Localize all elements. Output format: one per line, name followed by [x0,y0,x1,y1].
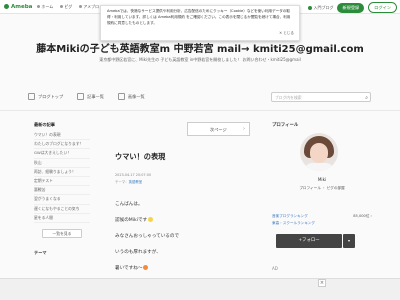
right-sidebar: プロフィール Miki プロフィール ・ ピグの部屋 音楽プログランキング 85… [272,122,372,271]
blog-search-input[interactable]: ブログ内を検索 ⌕ [271,92,371,102]
avatar-face [310,143,328,163]
ranking-music-label: 音楽プログランキング [272,214,308,218]
cookie-close-label: とじる [283,31,294,36]
subnav-entry-list-label: 記事一覧 [87,93,104,99]
theme-link[interactable]: 英語教室 [129,180,143,184]
ameba-logo-icon [4,4,9,9]
follow-dropdown-button[interactable]: ▾ [343,234,355,248]
chevron-down-icon: ▾ [347,238,350,243]
next-page-button[interactable]: 次ページ › [187,122,250,136]
recent-entry[interactable]: 翌がうまくなる [34,195,90,205]
nav-home[interactable]: ホーム [37,4,53,10]
article-theme: テーマ：英語教室 [115,179,142,184]
recent-entry[interactable]: 遅くになもやることの気ち [34,205,90,214]
recent-entry[interactable]: 再訪、経験りましょう！ [34,168,90,178]
nav-home-label: ホーム [41,3,54,9]
recent-entry[interactable]: 定期テスト [34,177,90,187]
article-line: 暑いですね〜 [115,265,149,271]
ranking-school[interactable]: 東高・スクールランキング [272,221,315,226]
sweat-emoji-icon [143,265,149,270]
cookie-notice-text: Amebaでは、快適なサービス提供や利用分析、広告配信のためにクッキー（Cook… [107,9,291,25]
recent-entry[interactable]: 星をる人間 [34,214,90,224]
profile-heading: プロフィール [272,123,299,128]
recent-entry[interactable]: 悪戦苦 [34,186,90,196]
recent-entry[interactable]: わたしのブログになります！ [34,140,90,150]
article-date: 2023-04-17 20:07:00 [115,173,152,177]
profile-name[interactable]: Miki [272,177,372,182]
list-icon [77,93,85,100]
cookie-notice: Amebaでは、快適なサービス提供や利用分析、広告配信のためにクッキー（Cook… [100,5,300,41]
search-placeholder: ブログ内を検索 [275,95,302,100]
subnav-entry-list[interactable]: 記事一覧 [77,93,104,100]
article-line-text: 認候のMikiです [115,218,148,223]
article-line: みなさんおっしゃっているので [115,234,180,239]
ameba-logo[interactable]: Ameba [4,4,32,10]
article-line: いうのも厚れますが、 [115,250,161,255]
subnav-blog-top-label: ブログトップ [38,93,64,99]
article-title[interactable]: ウマい！の表現 [115,152,165,162]
recent-entry[interactable]: GWは大きえしたい！ [34,149,90,159]
beginner-blog-link[interactable]: 入門ブログ [308,5,333,11]
subnav-blog-top[interactable]: ブログトップ [28,93,63,100]
nav-ameblo-label: アメブロ [83,3,100,9]
pigg-icon [60,5,64,8]
ranking-music[interactable]: 音楽プログランキング 85,000位 › [272,214,372,219]
ranking-music-value: 85,000位 › [353,214,372,218]
subnav-image-list-label: 画像一覧 [127,93,145,99]
beginner-blog-label: 入門ブログ [313,4,334,10]
nav-pigg-label: ピグ [64,3,73,9]
blog-description: 東京都中野区若宮に、Miki先生の 子ども英語教室 in中野若宮を開校しました！… [99,57,301,62]
article-line: こんばんは。 [115,202,143,207]
follow-button[interactable]: +フォロー [276,234,342,248]
recent-entry[interactable]: 秋山 [34,159,90,168]
blog-icon [308,5,313,10]
global-nav: ホーム ピグ アメブロ [37,4,99,10]
left-sidebar: 最新の記事 ウマい！の表現 わたしのブログになります！ GWは大きえしたい！ 秋… [34,122,90,256]
nav-pigg[interactable]: ピグ [60,4,72,10]
chevron-right-icon: › [243,126,245,132]
theme-heading: テーマ [34,250,47,256]
blog-title[interactable]: 藤本Mikiの子ども英語教室m 中野若宮 mail→ kmiti25@gmail… [0,40,400,55]
recent-entries-heading: 最新の記事 [34,122,55,127]
home-icon [28,93,35,100]
cookie-close-button[interactable]: ✕ とじる [279,31,294,37]
logo-text: Ameba [11,3,33,10]
header-divider [0,110,400,111]
subnav-image-list[interactable]: 画像一覧 [117,93,145,100]
blog-subnav: ブログトップ 記事一覧 画像一覧 [28,93,145,100]
nav-ameblo[interactable]: アメブロ [79,4,99,10]
next-page-label: 次ページ [210,127,227,132]
ameblo-icon [79,5,83,8]
register-button[interactable]: 新規登録 [337,2,365,13]
top-right-actions: 入門ブログ 新規登録 ログイン [308,2,397,13]
image-icon [117,93,125,100]
avatar-shirt [304,163,334,171]
ad-label: AD [272,266,278,271]
recent-entry[interactable]: ウマい！の表現 [34,131,90,141]
bottom-ad-banner: × [0,278,400,300]
article-line-text: 暑いですね〜 [115,266,143,271]
login-button[interactable]: ログイン [368,2,397,13]
smile-emoji-icon [148,217,154,222]
avatar[interactable] [300,133,338,171]
search-icon[interactable]: ⌕ [365,95,368,101]
theme-prefix: テーマ： [115,180,129,184]
ad-close-button[interactable]: × [318,279,326,287]
article-line: 認候のMikiです [115,217,154,223]
profile-links[interactable]: プロフィール ・ ピグの部屋 [272,186,372,191]
home-icon [37,5,41,8]
view-all-button[interactable]: 一覧を見る [42,229,82,239]
